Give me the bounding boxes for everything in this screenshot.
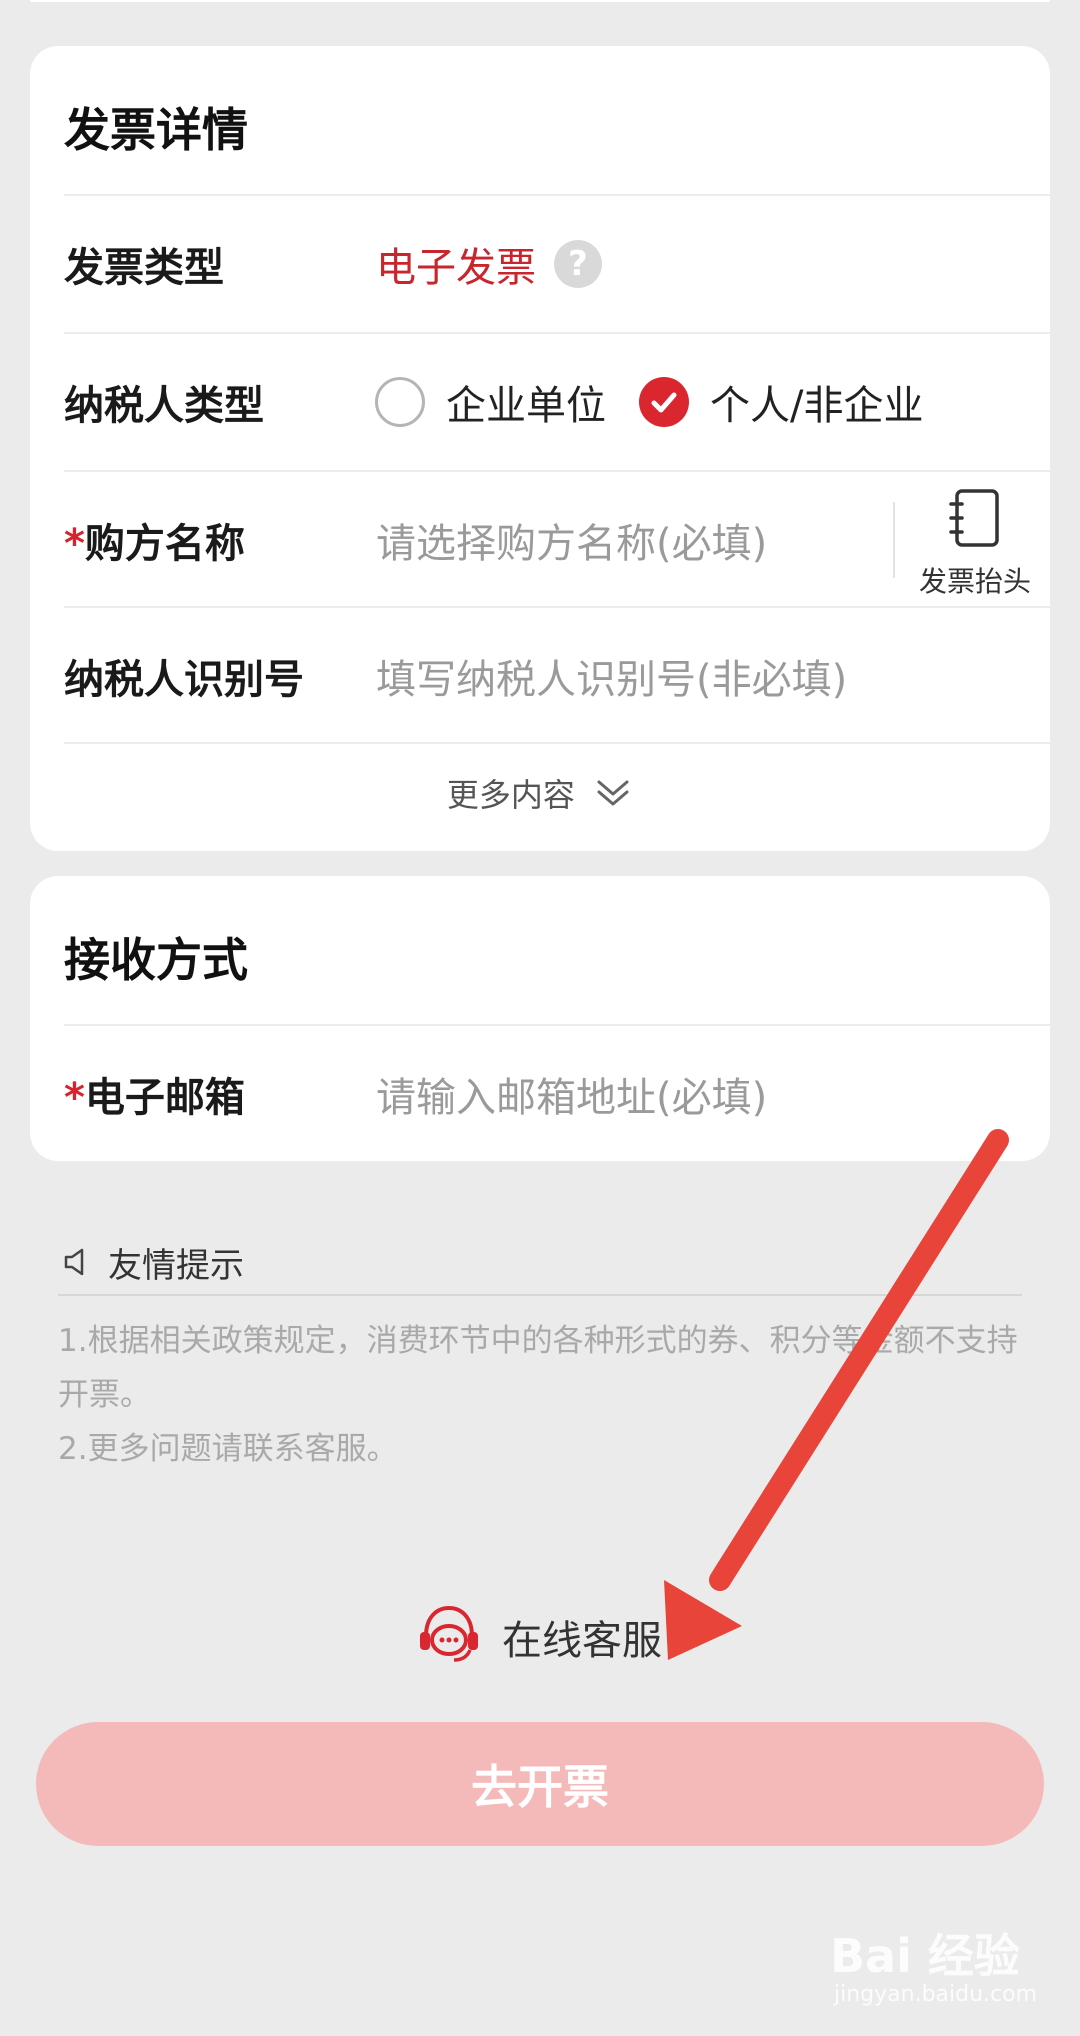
email-label: *电子邮箱	[64, 1075, 245, 1121]
option-enterprise-label[interactable]: 企业单位	[446, 373, 606, 431]
online-service-button[interactable]: 在线客服	[414, 1602, 674, 1666]
divider	[64, 742, 1050, 744]
invoice-details-card: 发票详情 发票类型 电子发票 ? 纳税人类型 企业单位 个人/非企业 *购方名称…	[30, 46, 1050, 851]
email-input[interactable]: 请输入邮箱地址(必填)	[376, 1065, 767, 1123]
issue-invoice-button[interactable]: 去开票	[36, 1722, 1044, 1846]
online-service-label: 在线客服	[502, 1618, 662, 1664]
tax-id-row[interactable]: 纳税人识别号 填写纳税人识别号(非必填)	[30, 608, 1050, 744]
tax-id-label: 纳税人识别号	[64, 657, 304, 703]
headset-chat-icon	[420, 1605, 478, 1662]
previous-card-edge	[30, 0, 1050, 2]
more-content-toggle[interactable]: 更多内容	[30, 770, 1050, 830]
more-content-label: 更多内容	[446, 776, 575, 814]
radio-personal-checked[interactable]	[639, 377, 689, 427]
tip-line-1: 1.根据相关政策规定，消费环节中的各种形式的券、积分等金额不支持开票。	[58, 1323, 1018, 1413]
radio-enterprise[interactable]	[375, 377, 425, 427]
baidu-jingyan-watermark: Bai 经验 jingyan.baidu.com	[830, 1920, 1037, 2020]
notebook-icon	[949, 489, 999, 547]
required-mark: *	[64, 521, 85, 567]
invoice-title-label: 发票抬头	[918, 565, 1031, 598]
required-mark: *	[64, 1075, 85, 1121]
email-row[interactable]: *电子邮箱 请输入邮箱地址(必填)	[30, 1026, 1050, 1161]
buyer-name-input[interactable]: 请选择购方名称(必填)	[376, 511, 767, 569]
question-circle-icon[interactable]: ?	[554, 240, 602, 288]
tip-line-2: 2.更多问题请联系客服。	[58, 1431, 398, 1467]
watermark-logo: Bai 经验	[830, 1929, 1020, 1983]
invoice-details-title: 发票详情	[64, 103, 248, 157]
speaker-icon	[64, 1248, 84, 1276]
invoice-type-row: 发票类型 电子发票 ?	[30, 196, 1050, 332]
tips-divider	[58, 1294, 1022, 1296]
option-personal-label[interactable]: 个人/非企业	[710, 373, 923, 431]
tips-header: 友情提示	[58, 1236, 1018, 1286]
taxpayer-type-label: 纳税人类型	[64, 383, 264, 429]
watermark-url: jingyan.baidu.com	[834, 1982, 1038, 2007]
taxpayer-type-row: 纳税人类型 企业单位 个人/非企业	[30, 334, 1050, 470]
invoice-type-value: 电子发票	[376, 245, 536, 291]
receive-method-card: 接收方式 *电子邮箱 请输入邮箱地址(必填)	[30, 876, 1050, 1161]
invoice-type-label: 发票类型	[64, 245, 224, 291]
vertical-separator	[893, 502, 895, 578]
buyer-name-row[interactable]: *购方名称 请选择购方名称(必填) 发票抬头	[30, 472, 1050, 608]
invoice-title-button[interactable]: 发票抬头	[900, 486, 1050, 598]
tax-id-input[interactable]: 填写纳税人识别号(非必填)	[376, 647, 847, 705]
receive-method-title: 接收方式	[64, 933, 248, 987]
checkmark-icon	[651, 392, 677, 413]
buyer-name-label: *购方名称	[64, 521, 245, 567]
chevron-down-icon	[597, 780, 629, 806]
tips-title: 友情提示	[108, 1246, 244, 1286]
